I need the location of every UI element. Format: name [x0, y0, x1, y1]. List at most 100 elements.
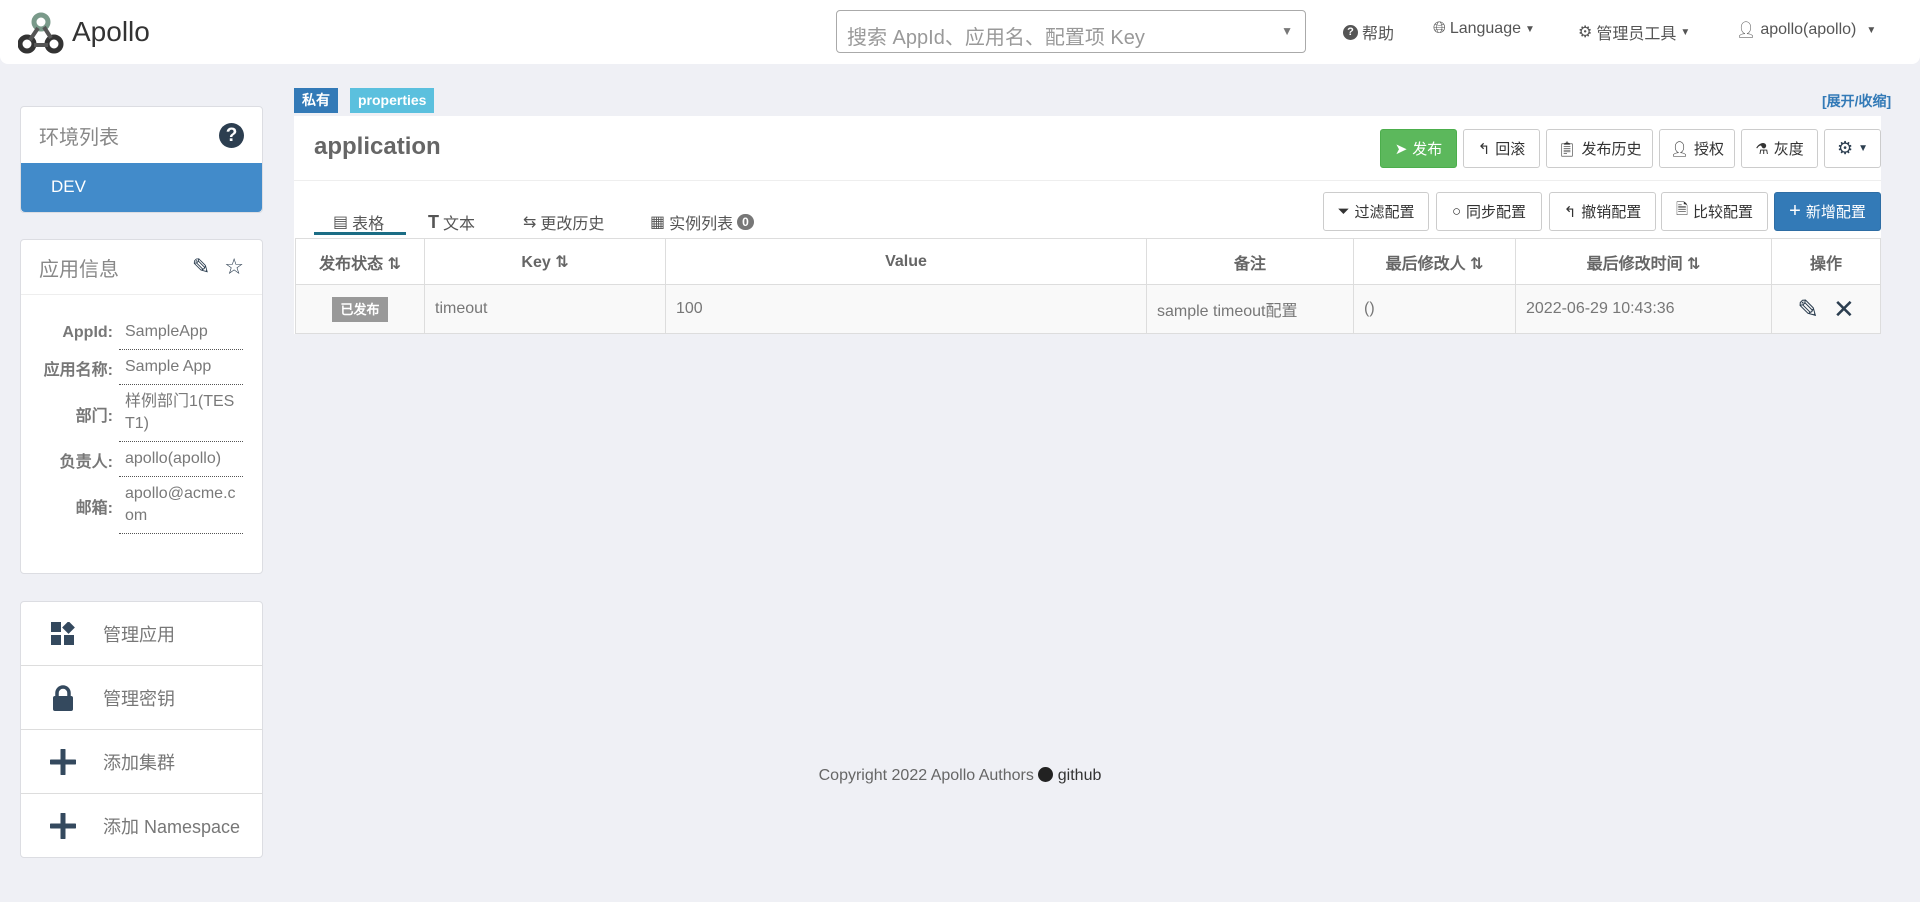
tab-label: 更改历史 [540, 216, 605, 233]
file-icon: 🗎 [1675, 201, 1689, 218]
table-icon: ▤ [333, 214, 349, 231]
sync-config-button[interactable]: ○ 同步配置 [1436, 192, 1542, 231]
tab-table[interactable]: ▤ 表格 [333, 210, 384, 234]
col-label: 最后修改人 [1385, 255, 1466, 273]
app-info-header: 应用信息 ✎ ☆ [21, 240, 262, 295]
lock-icon [33, 684, 93, 711]
app-actions-menu: 管理应用 管理密钥 添加集群 添加 Namespace [20, 601, 263, 858]
settings-dropdown-button[interactable]: ⚙ ▼ [1824, 129, 1881, 168]
text-icon: T [428, 211, 439, 232]
admin-tools-label: 管理员工具 [1596, 26, 1677, 43]
filter-config-button[interactable]: ⏷ 过滤配置 [1323, 192, 1429, 231]
filter-icon: ⏷ [1337, 203, 1350, 220]
button-label: 比较配置 [1693, 204, 1754, 221]
button-label: 灰度 [1773, 141, 1804, 158]
button-label: 授权 [1694, 141, 1725, 158]
list-icon: ▦ [650, 214, 666, 231]
expand-collapse-link[interactable]: [展开/收缩] [1822, 91, 1891, 111]
plus-icon [33, 813, 93, 839]
button-label: 回滚 [1495, 141, 1526, 158]
authorize-button[interactable]: 👤︎ 授权 [1659, 129, 1735, 168]
modifier-cell: () [1353, 284, 1516, 334]
menu-label: 管理密钥 [103, 688, 175, 709]
apollo-logo-icon[interactable] [18, 12, 64, 54]
status-badge: 已发布 [332, 297, 388, 322]
add-config-button[interactable]: + 新增配置 [1774, 192, 1881, 231]
env-item-dev[interactable]: DEV [21, 163, 262, 212]
search-placeholder: 搜索 AppId、应用名、配置项 Key [847, 27, 1145, 49]
caret-down-icon: ▼ [1680, 26, 1691, 38]
badge-format: properties [350, 88, 435, 113]
copyright-text: Copyright 2022 Apollo Authors [818, 767, 1034, 784]
logo-text[interactable]: Apollo [72, 16, 150, 48]
field-value: SampleApp [119, 315, 243, 350]
search-input[interactable]: 搜索 AppId、应用名、配置项 Key ▼ [836, 10, 1306, 53]
field-value: 样例部门1(TEST1) [119, 385, 243, 442]
caret-down-icon: ▼ [1858, 143, 1869, 154]
col-label: Key [521, 253, 551, 271]
language-label: Language [1449, 20, 1521, 37]
field-value: apollo@acme.com [119, 477, 243, 534]
plus-icon: + [1789, 200, 1801, 222]
button-label: 发布 [1412, 141, 1443, 158]
tab-label: 实例列表 [669, 216, 734, 233]
rollback-button[interactable]: ↰ 回滚 [1463, 129, 1540, 168]
instance-count-badge: 0 [737, 214, 754, 230]
apps-icon [33, 621, 93, 646]
col-modifier[interactable]: 最后修改人 ⇅ [1353, 238, 1516, 285]
language-dropdown[interactable]: 🌐︎ Language ▼ [1433, 20, 1535, 38]
caret-down-icon: ▼ [1525, 23, 1535, 35]
info-row-department: 部门: 样例部门1(TEST1) [21, 385, 262, 442]
menu-manage-app[interactable]: 管理应用 [21, 602, 262, 666]
revoke-config-button[interactable]: ↰ 撤销配置 [1549, 192, 1656, 231]
col-status[interactable]: 发布状态 ⇅ [295, 238, 425, 285]
menu-add-namespace[interactable]: 添加 Namespace [21, 794, 262, 858]
tab-change-history[interactable]: ⇆ 更改历史 [523, 210, 604, 234]
button-label: 新增配置 [1805, 204, 1866, 221]
caret-down-icon: ▼ [1866, 24, 1877, 36]
user-dropdown[interactable]: 👤︎ apollo(apollo) ▼ [1736, 20, 1876, 40]
admin-tools-dropdown[interactable]: ⚙ 管理员工具 ▼ [1578, 20, 1690, 44]
publish-button[interactable]: ➤ 发布 [1380, 129, 1457, 168]
question-circle-icon[interactable]: ? [219, 122, 244, 148]
comment-cell: sample timeout配置 [1146, 284, 1354, 334]
sort-icon: ⇅ [1470, 255, 1484, 273]
user-icon: 👤︎ [1669, 140, 1690, 158]
gray-release-button[interactable]: ⚗ 灰度 [1741, 129, 1818, 168]
compare-config-button[interactable]: 🗎 比较配置 [1661, 192, 1768, 231]
sort-icon: ⇅ [387, 255, 401, 273]
button-label: 同步配置 [1466, 204, 1527, 221]
button-label: 过滤配置 [1354, 204, 1415, 221]
publish-history-button[interactable]: 📋︎ 发布历史 [1546, 129, 1653, 168]
refresh-icon: ○ [1451, 203, 1462, 220]
config-table: 发布状态 ⇅ Key ⇅ Value 备注 最后修改人 ⇅ 最后修改时间 ⇅ 操… [295, 238, 1881, 334]
info-row-email: 邮箱: apollo@acme.com [21, 477, 262, 534]
config-table-wrapper: 发布状态 ⇅ Key ⇅ Value 备注 最后修改人 ⇅ 最后修改时间 ⇅ 操… [295, 238, 1881, 334]
delete-icon[interactable]: ✕ [1833, 294, 1855, 324]
edit-icon[interactable]: ✎ [192, 254, 210, 280]
edit-icon[interactable]: ✎ [1797, 294, 1819, 324]
undo-icon: ↰ [1563, 203, 1577, 221]
tab-instance-list[interactable]: ▦ 实例列表 0 [650, 210, 754, 234]
app-info-title: 应用信息 [39, 258, 119, 281]
status-cell: 已发布 [295, 284, 425, 334]
field-value: Sample App [119, 350, 243, 385]
divider [294, 180, 1881, 181]
globe-icon: 🌐︎ [1433, 20, 1446, 37]
env-list-title: 环境列表 [39, 126, 119, 149]
active-tab-indicator [314, 232, 406, 235]
tab-text[interactable]: T 文本 [428, 210, 475, 234]
col-key[interactable]: Key ⇅ [424, 238, 666, 285]
gear-icon: ⚙ [1578, 24, 1593, 41]
dropdown-caret-icon: ▼ [1281, 24, 1293, 38]
col-modified-time[interactable]: 最后修改时间 ⇅ [1515, 238, 1772, 285]
star-icon[interactable]: ☆ [224, 254, 244, 280]
help-label: 帮助 [1362, 26, 1395, 43]
help-link[interactable]: ? 帮助 [1343, 20, 1394, 44]
menu-manage-secret[interactable]: 管理密钥 [21, 666, 262, 730]
tab-label: 表格 [352, 216, 385, 233]
footer: Copyright 2022 Apollo Authors github [0, 767, 1920, 785]
gear-icon: ⚙ [1836, 138, 1854, 158]
field-label: 邮箱: [75, 499, 113, 517]
github-link[interactable]: github [1058, 767, 1102, 784]
